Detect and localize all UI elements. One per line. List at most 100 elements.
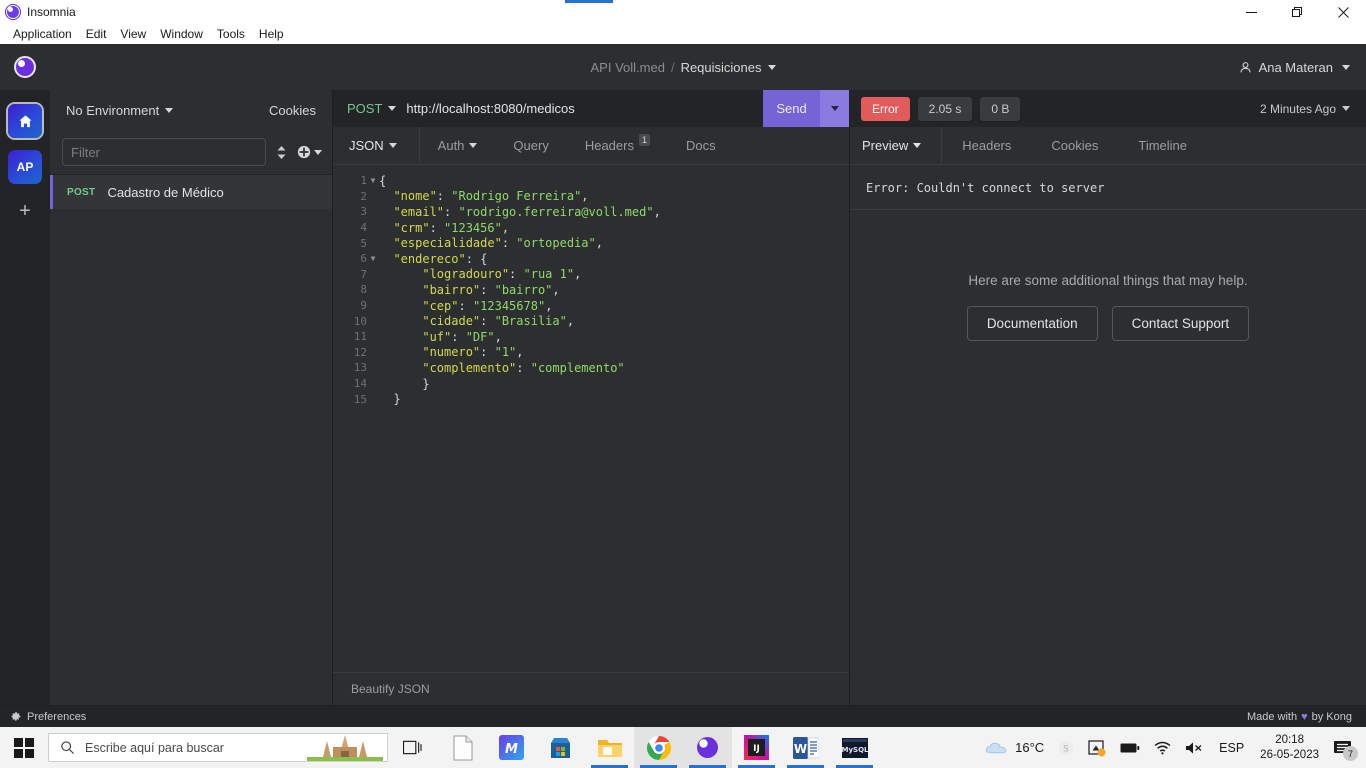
preferences-button[interactable]: Preferences (10, 711, 86, 723)
environment-selector[interactable]: No Environment (66, 103, 174, 118)
request-body-editor[interactable]: 1 ▼{2 "nome": "Rodrigo Ferreira", 3 "email… (333, 165, 849, 672)
breadcrumb-workspace[interactable]: Requisiciones (681, 60, 762, 75)
volume-muted-icon[interactable] (1178, 727, 1211, 768)
url-input[interactable]: http://localhost:8080/medicos (406, 101, 763, 116)
taskbar-item-microsoft-store[interactable] (536, 727, 585, 768)
word-icon: W (792, 736, 819, 759)
code-line: 10 "cidade": "Brasilia", (333, 313, 849, 329)
tab-body-json[interactable]: JSON (333, 127, 420, 164)
taskbar-item-mysql[interactable]: MySQL (830, 727, 879, 768)
account-menu[interactable]: Ana Materan (1239, 60, 1350, 75)
list-item[interactable]: POST Cadastro de Médico (50, 175, 332, 209)
taskbar-item-notepad[interactable] (438, 727, 487, 768)
fold-toggle-icon[interactable]: ▼ (367, 176, 379, 185)
onedrive-sync-icon[interactable] (1081, 727, 1113, 768)
battery-icon[interactable] (1113, 727, 1147, 768)
taskbar-item-blue-app[interactable]: M (487, 727, 536, 768)
clock-date: 26-05-2023 (1260, 748, 1319, 761)
code-line: 5 "especialidade": "ortopedia", (333, 235, 849, 251)
code-line: 13 "complemento": "complemento" (333, 360, 849, 376)
minimize-icon[interactable] (1228, 0, 1274, 24)
code-text: } (379, 376, 430, 391)
response-status-bar: Error 2.05 s 0 B 2 Minutes Ago (850, 90, 1366, 127)
rail-item-home[interactable] (8, 104, 42, 138)
tab-timeline[interactable]: Timeline (1118, 127, 1207, 164)
tab-label: Query (513, 138, 549, 153)
task-view-icon[interactable] (388, 739, 436, 756)
rail-item-label: AP (16, 160, 34, 174)
add-request-button[interactable] (297, 145, 322, 159)
code-text: "nome": "Rodrigo Ferreira", (379, 189, 589, 204)
chevron-down-icon (469, 143, 478, 148)
wifi-icon[interactable] (1147, 727, 1178, 768)
taskbar-item-chrome[interactable] (634, 727, 683, 768)
menu-view[interactable]: View (113, 25, 153, 43)
close-icon[interactable] (1320, 0, 1366, 24)
notifications-count: 7 (1343, 746, 1358, 761)
tab-headers[interactable]: Headers 1 (567, 127, 668, 164)
line-number: 11 (353, 330, 367, 344)
menu-tools[interactable]: Tools (210, 25, 252, 43)
method-selector[interactable]: POST (333, 101, 406, 116)
menu-application[interactable]: Application (6, 25, 79, 43)
fold-toggle-icon[interactable]: ▼ (367, 254, 379, 263)
send-options-button[interactable] (820, 90, 849, 127)
rail-item-ap[interactable]: AP (8, 150, 42, 184)
tab-label: Headers (962, 138, 1012, 153)
tab-preview[interactable]: Preview (850, 127, 943, 164)
language-indicator[interactable]: ESP (1211, 741, 1252, 755)
beautify-json-button[interactable]: Beautify JSON (333, 672, 849, 705)
line-number: 10 (353, 314, 367, 328)
request-pane: POST http://localhost:8080/medicos Send … (333, 90, 850, 705)
line-number: 2 (360, 189, 367, 203)
response-history-selector[interactable]: 2 Minutes Ago (1260, 102, 1350, 116)
code-line: 7 "logradouro": "rua 1", (333, 267, 849, 283)
insomnia-app-icon (6, 5, 20, 19)
home-icon (18, 114, 32, 127)
application-menubar: Application Edit View Window Tools Help (0, 24, 1366, 44)
menu-help[interactable]: Help (252, 25, 291, 43)
send-button[interactable]: Send (763, 90, 820, 127)
menu-window[interactable]: Window (153, 25, 210, 43)
skype-icon[interactable]: S (1051, 727, 1081, 768)
tab-label: Timeline (1138, 138, 1188, 153)
sort-icon[interactable] (276, 145, 287, 160)
breadcrumb-project[interactable]: API Voll.med (591, 60, 665, 75)
taskbar-apps: M IJ W MySQL (438, 727, 879, 768)
chevron-down-icon (314, 149, 322, 155)
search-input[interactable]: Escribe aquí para buscar (48, 733, 388, 762)
folder-icon (597, 739, 622, 757)
taskbar-item-word[interactable]: W (781, 727, 830, 768)
weather-widget[interactable]: 16°C (978, 727, 1051, 768)
line-number: 14 (353, 377, 367, 391)
cookies-button[interactable]: Cookies (269, 103, 316, 118)
documentation-button[interactable]: Documentation (966, 306, 1098, 341)
chevron-down-icon (1342, 64, 1350, 70)
line-number: 4 (360, 221, 367, 235)
svg-text:S: S (1063, 744, 1069, 754)
line-number: 8 (360, 283, 367, 297)
code-text: "crm": "123456", (379, 220, 510, 235)
tab-docs[interactable]: Docs (668, 127, 734, 164)
svg-text:W: W (793, 742, 806, 756)
taskbar-item-insomnia[interactable] (683, 727, 732, 768)
contact-support-button[interactable]: Contact Support (1111, 306, 1250, 341)
chevron-down-icon[interactable] (767, 64, 776, 70)
clock[interactable]: 20:18 26-05-2023 (1252, 733, 1327, 763)
notifications-button[interactable]: 7 (1327, 727, 1362, 768)
mysql-icon: MySQL (841, 737, 868, 758)
taskbar-item-file-explorer[interactable] (585, 727, 634, 768)
menu-edit[interactable]: Edit (79, 25, 114, 43)
taskbar-item-intellij-idea[interactable]: IJ (732, 727, 781, 768)
maximize-icon[interactable] (1274, 0, 1320, 24)
code-line: 3 "email": "rodrigo.ferreira@voll.med", (333, 204, 849, 220)
chevron-down-icon (388, 106, 397, 111)
windows-start-icon[interactable] (0, 727, 48, 768)
tab-query[interactable]: Query (495, 127, 566, 164)
tab-response-headers[interactable]: Headers (942, 127, 1031, 164)
tab-auth[interactable]: Auth (420, 127, 496, 164)
filter-input[interactable] (62, 138, 266, 166)
tab-response-cookies[interactable]: Cookies (1031, 127, 1118, 164)
add-workspace-button[interactable]: + (8, 196, 42, 226)
status-badge[interactable]: Error (861, 96, 910, 121)
